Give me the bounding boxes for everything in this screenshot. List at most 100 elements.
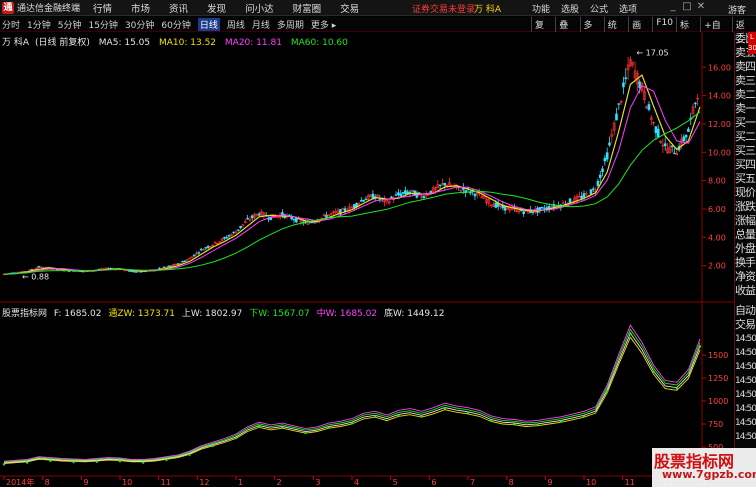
price-chart[interactable]: 16.00 14.00 12.00 10.00 8.00 6.00 4.00 2.00 150… (0, 32, 734, 487)
price-tick-label: 6.00 (708, 205, 726, 214)
candle-body (670, 145, 674, 147)
indicator-dot (513, 422, 516, 426)
candle-body (601, 168, 604, 173)
candle-body (596, 180, 600, 186)
candle-body (656, 128, 660, 138)
back-button[interactable]: 返回 (731, 17, 756, 44)
ind-upper: 上W: 1802.97 (181, 309, 243, 319)
menu-ask[interactable]: 问小达 (245, 1, 274, 15)
price-legend: 万 科A (日线 前复权) MA5: 15.05 MA10: 13.52 MA20… (2, 35, 354, 48)
menu-function[interactable]: 功能 (532, 2, 550, 15)
period-more[interactable]: 更多 ▸ (311, 18, 336, 31)
candle-body (404, 190, 407, 194)
time-tick-label: 9 (547, 478, 552, 487)
f10-button[interactable]: F10 (652, 17, 676, 32)
candle-body (647, 104, 651, 110)
side-label: 买四 (735, 158, 756, 171)
tick-time: 14:50 (735, 418, 756, 428)
candle-body (30, 269, 34, 271)
chart-subtitle: (日线 前复权) (35, 38, 90, 48)
candle-body (362, 199, 365, 202)
period-weekly[interactable]: 周线 (227, 18, 245, 31)
menu-select-stock[interactable]: 选股 (561, 2, 579, 15)
period-daily[interactable]: 日线 (197, 17, 220, 31)
indicator-dot (49, 459, 52, 463)
candle-body (181, 261, 184, 263)
candle-body (290, 216, 293, 220)
tick-time: 14:50 (735, 334, 756, 344)
candle-body (397, 192, 400, 196)
login-status[interactable]: 证券交易未登录 (412, 2, 475, 15)
period-multi[interactable]: 多周期 (277, 18, 304, 31)
candle-body (162, 266, 166, 269)
price-tick-label: 12.00 (708, 120, 731, 129)
price-tick-label: 16.00 (708, 63, 731, 72)
indicator-tick-label: 1250 (708, 374, 728, 383)
indicator-dot (374, 415, 377, 418)
candle-body (568, 198, 572, 203)
candle-body (531, 211, 535, 214)
indicator-dot (304, 431, 307, 435)
period-fenshi[interactable]: 分时 (2, 18, 20, 31)
ind-mid: 中W: 1685.02 (316, 309, 378, 319)
menu-news[interactable]: 资讯 (169, 1, 188, 15)
indicator-dot (142, 461, 145, 464)
indicator-legend: 股票指标网 F: 1685.02 通ZW: 1373.71 上W: 1802.9… (2, 306, 448, 319)
candle-body (673, 152, 676, 155)
period-5min[interactable]: 5分钟 (58, 18, 82, 31)
candle-body (158, 267, 161, 270)
candle-body (624, 77, 628, 80)
candle-body (325, 214, 328, 218)
menu-formula[interactable]: 公式 (590, 2, 608, 15)
menu-options[interactable]: 选项 (619, 2, 637, 15)
time-tick-label: 11 (625, 478, 635, 487)
candle-body (37, 266, 41, 268)
period-1min[interactable]: 1分钟 (27, 18, 51, 31)
menu-wealth[interactable]: 财富圈 (293, 1, 322, 15)
close-icon[interactable]: ✕ (696, 1, 706, 12)
mark-button[interactable]: 标记 (675, 17, 700, 44)
candle-body (169, 265, 173, 267)
menu-hq[interactable]: 行情 (93, 1, 112, 15)
draw-line-button[interactable]: 画线 (628, 17, 652, 44)
indicator-dot (675, 387, 678, 390)
side-label: 现价 (735, 186, 756, 199)
time-tick-label: 12 (199, 478, 209, 487)
side-label: 卖三 (735, 74, 756, 87)
minimize-icon[interactable]: _ (668, 1, 678, 12)
period-15min[interactable]: 15分钟 (88, 18, 117, 31)
candle-body (192, 254, 196, 257)
candle-body (56, 268, 59, 271)
menu-trade[interactable]: 交易 (340, 1, 359, 15)
guest-label[interactable]: 游客 (728, 3, 746, 16)
price-tick-label: 2.00 (708, 262, 726, 271)
watermark-url: www.7gpzb.com (662, 468, 756, 481)
overlay-button[interactable]: 叠加 (555, 17, 579, 44)
candle-body (473, 193, 477, 197)
right-menu: 功能 选股 公式 选项 (532, 2, 648, 15)
candle-body (617, 103, 621, 105)
candle-body (401, 192, 405, 194)
indicator-name: 股票指标网 (2, 309, 48, 319)
trade-label[interactable]: 交易 (735, 318, 756, 332)
period-30min[interactable]: 30分钟 (125, 18, 154, 31)
adjust-button[interactable]: 复权 (531, 17, 555, 44)
candle-body (232, 231, 235, 234)
period-monthly[interactable]: 月线 (252, 18, 270, 31)
multi-stock-button[interactable]: 多股 (579, 17, 604, 44)
candle-body (654, 126, 658, 134)
side-label: 买三 (735, 144, 756, 157)
candle-body (443, 183, 447, 186)
menu-discover[interactable]: 发现 (207, 1, 226, 15)
candle-body (257, 213, 261, 216)
period-60min[interactable]: 60分钟 (161, 18, 190, 31)
maximize-icon[interactable]: □ (682, 1, 692, 12)
stats-button[interactable]: 统计 (603, 17, 628, 44)
auto-trade-label[interactable]: 自动 (735, 304, 756, 318)
indicator-dot (629, 332, 632, 335)
side-label: 总量 (735, 228, 756, 241)
candle-body (399, 193, 403, 197)
candle-body (250, 215, 254, 219)
add-favorite-button[interactable]: +自选 (700, 17, 731, 44)
menu-market[interactable]: 市场 (131, 1, 150, 15)
